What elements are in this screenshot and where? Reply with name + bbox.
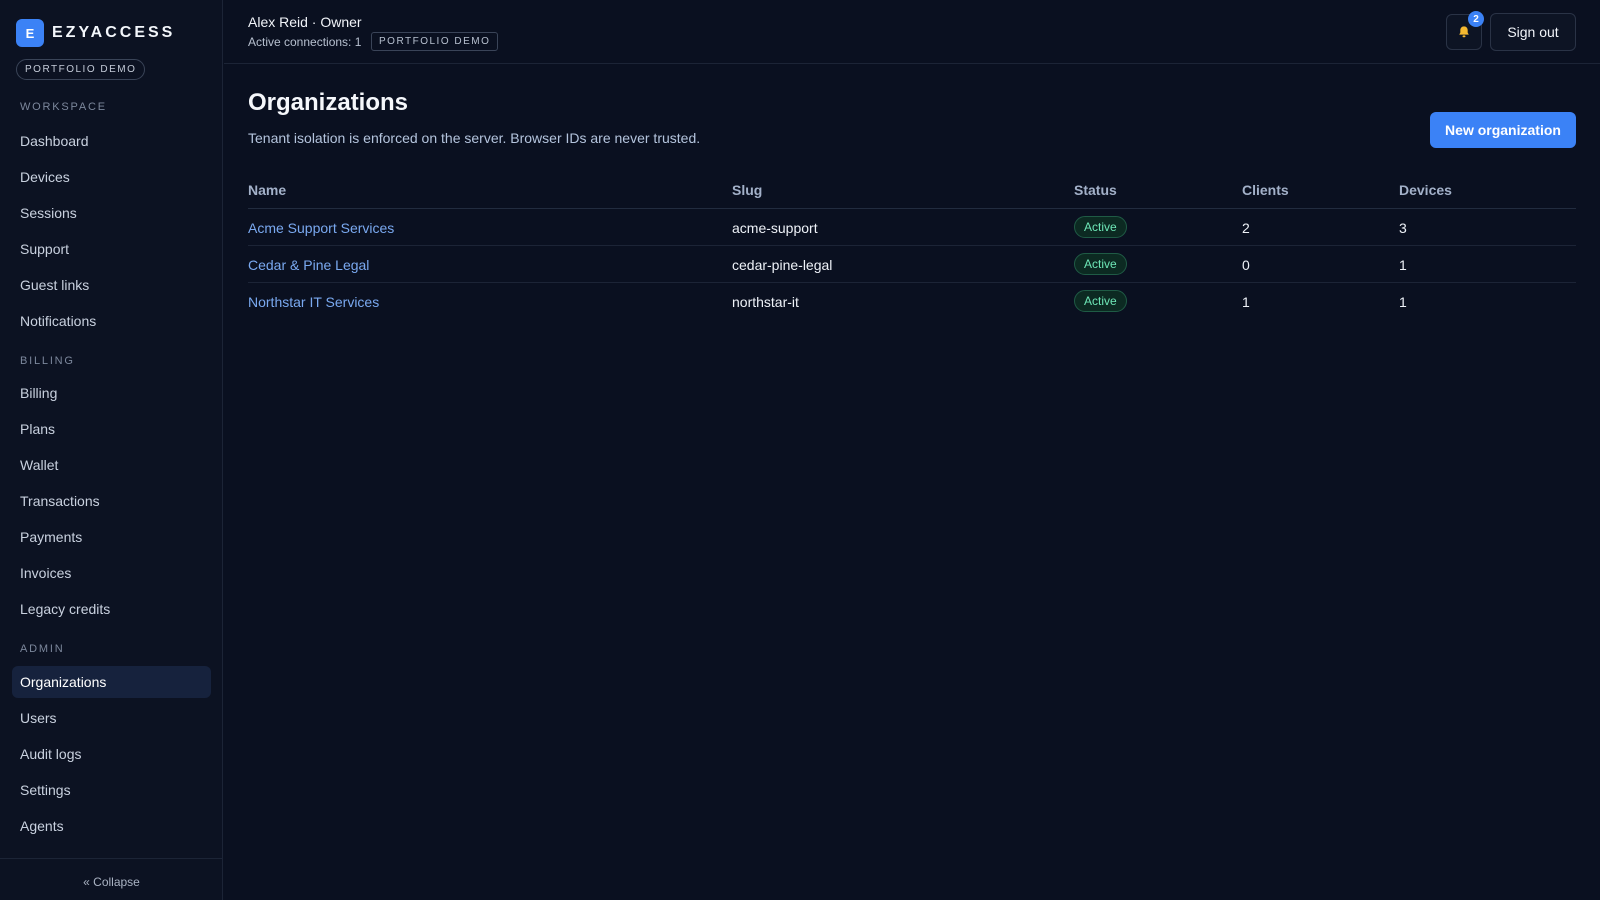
sidebar: E EZYACCESS PORTFOLIO DEMO WORKSPACE Das… [0, 0, 223, 900]
table-row: Northstar IT Services northstar-it Activ… [248, 283, 1576, 320]
status-badge: Active [1074, 290, 1127, 312]
table-row: Cedar & Pine Legal cedar-pine-legal Acti… [248, 246, 1576, 283]
sign-out-button[interactable]: Sign out [1490, 13, 1576, 51]
brand-name: EZYACCESS [52, 24, 176, 41]
sidebar-item-payments[interactable]: Payments [12, 521, 211, 553]
page-subtitle: Tenant isolation is enforced on the serv… [248, 130, 701, 146]
page-title: Organizations [248, 89, 409, 116]
sidebar-item-wallet[interactable]: Wallet [12, 449, 211, 481]
sidebar-item-invoices[interactable]: Invoices [12, 557, 211, 589]
organization-slug: northstar-it [732, 294, 799, 310]
sidebar-item-plans[interactable]: Plans [12, 413, 211, 445]
bell-icon [1459, 26, 1469, 38]
sidebar-item-dashboard[interactable]: Dashboard [12, 125, 211, 157]
sidebar-item-transactions[interactable]: Transactions [12, 485, 211, 517]
nav-section-admin: ADMIN [20, 643, 65, 655]
brand-logo: E [16, 19, 44, 47]
clients-count: 1 [1242, 294, 1250, 310]
nav-section-workspace: WORKSPACE [20, 101, 107, 113]
organization-slug: cedar-pine-legal [732, 257, 833, 273]
portfolio-demo-tag: PORTFOLIO DEMO [371, 32, 499, 51]
table-header: Name Slug Status Clients Devices [248, 180, 1576, 209]
notification-count-badge: 2 [1468, 11, 1484, 27]
column-header-devices[interactable]: Devices [1399, 182, 1452, 198]
sidebar-item-audit-logs[interactable]: Audit logs [12, 738, 211, 770]
sidebar-item-settings[interactable]: Settings [12, 774, 211, 806]
sidebar-divider [0, 858, 223, 859]
column-header-clients[interactable]: Clients [1242, 182, 1289, 198]
table-row: Acme Support Services acme-support Activ… [248, 209, 1576, 246]
sidebar-item-devices[interactable]: Devices [12, 161, 211, 193]
organization-name-link[interactable]: Northstar IT Services [248, 294, 379, 310]
clients-count: 2 [1242, 220, 1250, 236]
organization-slug: acme-support [732, 220, 818, 236]
devices-count: 1 [1399, 257, 1407, 273]
column-header-slug[interactable]: Slug [732, 182, 762, 198]
portfolio-demo-badge: PORTFOLIO DEMO [16, 59, 146, 80]
nav-section-billing: BILLING [20, 355, 75, 367]
sidebar-item-organizations[interactable]: Organizations [12, 666, 211, 698]
sidebar-item-users[interactable]: Users [12, 702, 211, 734]
column-header-status[interactable]: Status [1074, 182, 1117, 198]
topbar: Alex Reid · Owner Active connections: 1 … [224, 0, 1600, 64]
devices-count: 1 [1399, 294, 1407, 310]
brand[interactable]: E EZYACCESS [16, 19, 175, 47]
user-identity: Alex Reid · Owner [248, 14, 362, 30]
notifications-button[interactable]: 2 [1446, 11, 1484, 50]
organizations-table: Name Slug Status Clients Devices Acme Su… [248, 180, 1576, 320]
new-organization-button[interactable]: New organization [1430, 112, 1576, 148]
sidebar-item-legacy-credits[interactable]: Legacy credits [12, 593, 211, 625]
status-badge: Active [1074, 253, 1127, 275]
sidebar-item-guest-links[interactable]: Guest links [12, 269, 211, 301]
column-header-name[interactable]: Name [248, 182, 286, 198]
sidebar-item-agents[interactable]: Agents [12, 810, 211, 842]
organization-name-link[interactable]: Acme Support Services [248, 220, 394, 236]
devices-count: 3 [1399, 220, 1407, 236]
active-connections: Active connections: 1 [248, 35, 362, 49]
sidebar-item-sessions[interactable]: Sessions [12, 197, 211, 229]
collapse-button[interactable]: « Collapse [0, 875, 223, 889]
clients-count: 0 [1242, 257, 1250, 273]
status-badge: Active [1074, 216, 1127, 238]
organization-name-link[interactable]: Cedar & Pine Legal [248, 257, 369, 273]
sidebar-item-billing[interactable]: Billing [12, 377, 211, 409]
sidebar-item-support[interactable]: Support [12, 233, 211, 265]
sidebar-item-notifications[interactable]: Notifications [12, 305, 211, 337]
